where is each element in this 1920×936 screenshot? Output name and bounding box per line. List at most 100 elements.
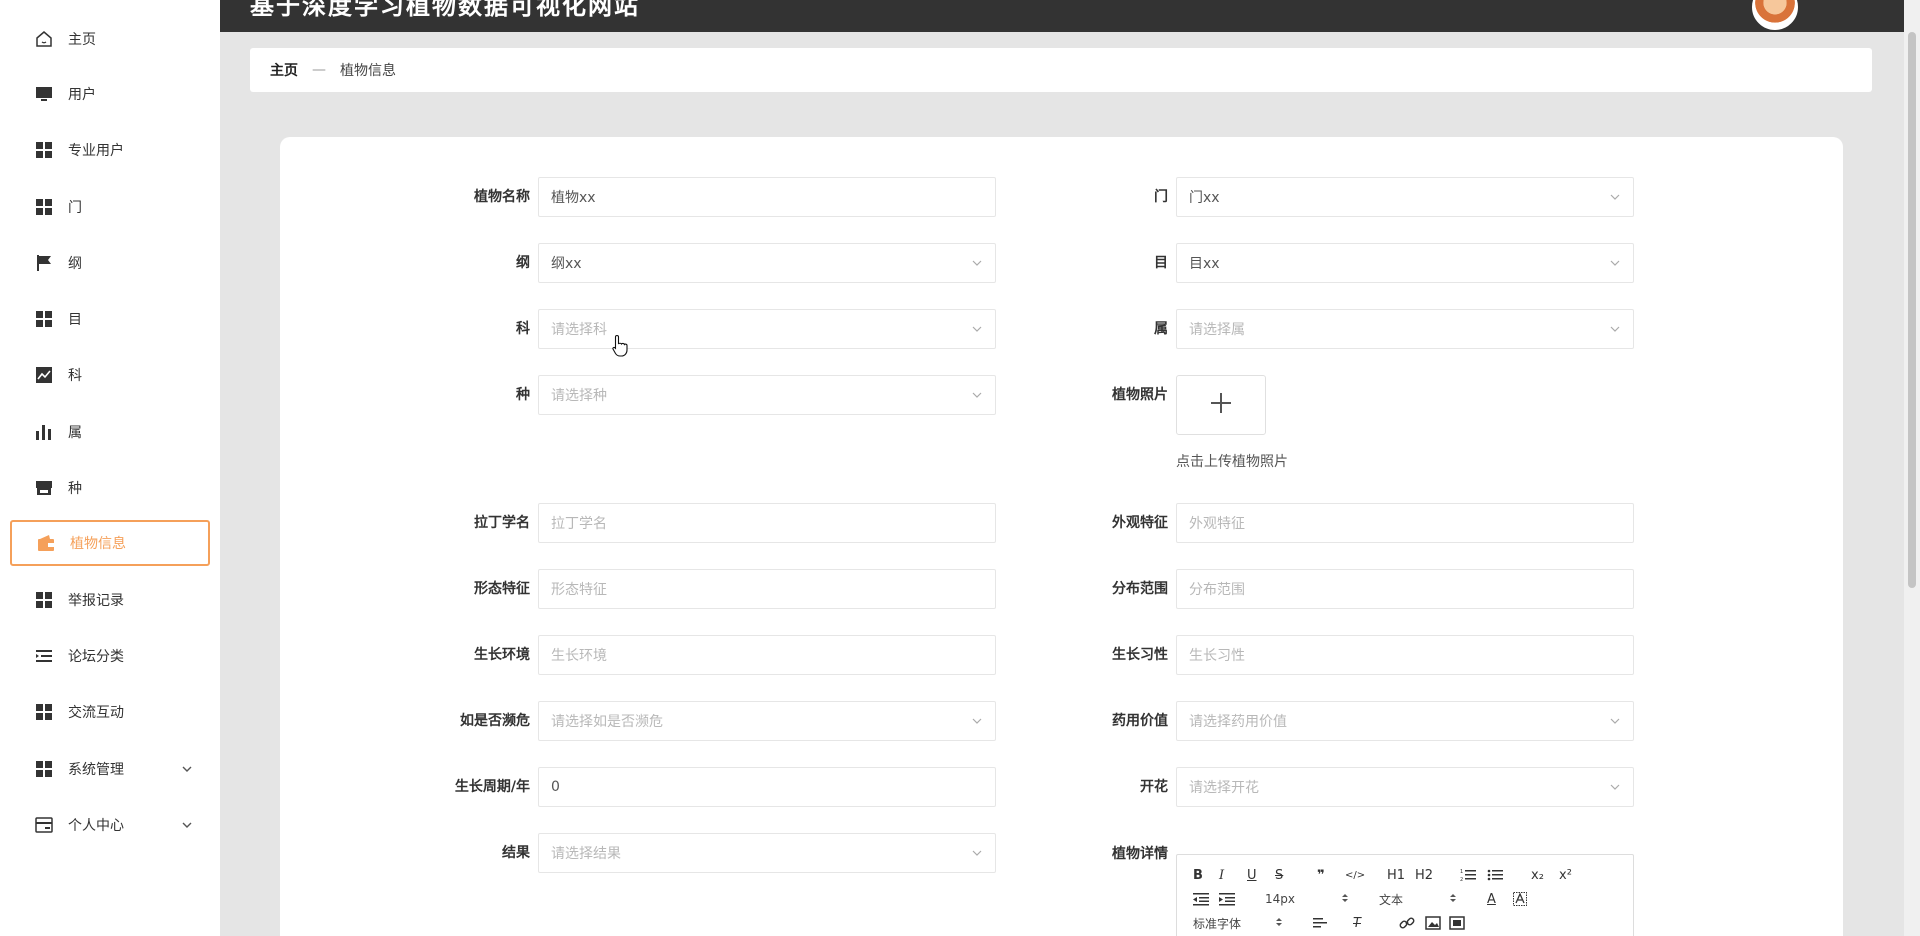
sidebar-item-forum-category[interactable]: 论坛分类 — [10, 633, 210, 679]
sidebar-item-label: 种 — [68, 481, 82, 497]
home-icon — [34, 29, 54, 49]
blockquote-button[interactable]: ❞ — [1317, 865, 1325, 885]
sidebar-item-class[interactable]: 纲 — [10, 240, 210, 286]
code-button[interactable]: </> — [1345, 865, 1365, 885]
outdent-icon[interactable] — [1193, 889, 1209, 909]
ordered-list-icon[interactable]: 12 — [1460, 865, 1476, 885]
grid-icon — [34, 140, 54, 160]
sidebar-item-label: 纲 — [68, 256, 82, 272]
class-select[interactable]: 纲xx — [538, 243, 996, 283]
environment-label: 生长环境 — [474, 647, 530, 663]
flag-icon — [34, 253, 54, 273]
sidebar-item-users[interactable]: 用户 — [10, 71, 210, 117]
svg-text:1: 1 — [1460, 869, 1463, 875]
sidebar-item-order[interactable]: 目 — [10, 296, 210, 342]
phylum-value: 门xx — [1189, 190, 1220, 206]
phylum-select[interactable]: 门xx — [1176, 177, 1634, 217]
background-color-icon[interactable] — [1513, 889, 1527, 909]
italic-button[interactable]: I — [1219, 865, 1224, 885]
indent-icon[interactable] — [1219, 889, 1235, 909]
sidebar-item-reports[interactable]: 举报记录 — [10, 577, 210, 623]
details-label: 植物详情 — [1112, 846, 1168, 862]
chevron-down-icon — [1609, 323, 1621, 335]
plant-name-value: 植物xx — [551, 190, 596, 206]
id-card-icon — [34, 815, 54, 835]
bullet-list-icon[interactable] — [1487, 865, 1503, 885]
environment-placeholder: 生长环境 — [551, 648, 607, 664]
chevron-down-icon — [1609, 191, 1621, 203]
list-indent-icon — [34, 646, 54, 666]
sidebar-item-family[interactable]: 科 — [10, 352, 210, 398]
plant-details-editor[interactable]: B I U S ❞ </> H1 H2 12 x₂ x² 14px 文本 A 标… — [1176, 854, 1634, 936]
avatar[interactable] — [1752, 0, 1798, 30]
strike-button[interactable]: S — [1275, 865, 1283, 885]
latin-name-input[interactable]: 拉丁学名 — [538, 503, 996, 543]
sidebar-item-label: 主页 — [68, 32, 96, 48]
block-type-select[interactable]: 文本 — [1379, 889, 1457, 909]
endangered-placeholder: 请选择如是否濒危 — [551, 714, 663, 730]
sidebar-item-phylum[interactable]: 门 — [10, 184, 210, 230]
genus-select[interactable]: 请选择属 — [1176, 309, 1634, 349]
align-icon[interactable] — [1313, 913, 1329, 933]
habit-input[interactable]: 生长习性 — [1176, 635, 1634, 675]
page-scrollbar[interactable] — [1904, 0, 1920, 936]
grid-icon — [34, 702, 54, 722]
appearance-input[interactable]: 外观特征 — [1176, 503, 1634, 543]
bold-button[interactable]: B — [1193, 865, 1203, 885]
flowering-select[interactable]: 请选择开花 — [1176, 767, 1634, 807]
medicinal-select[interactable]: 请选择药用价值 — [1176, 701, 1634, 741]
chevron-down-icon — [180, 818, 194, 832]
subscript-button[interactable]: x₂ — [1531, 865, 1544, 885]
h2-button[interactable]: H2 — [1415, 865, 1433, 885]
sidebar-item-interaction[interactable]: 交流互动 — [10, 689, 210, 735]
link-icon[interactable] — [1399, 913, 1415, 933]
medicinal-placeholder: 请选择药用价值 — [1189, 714, 1287, 730]
sidebar-item-home[interactable]: 主页 — [10, 16, 210, 62]
scrollbar-thumb[interactable] — [1908, 32, 1916, 588]
font-family-select[interactable]: 标准字体 — [1193, 913, 1283, 933]
sidebar-item-system[interactable]: 系统管理 — [10, 746, 210, 792]
species-select[interactable]: 请选择种 — [538, 375, 996, 415]
fruiting-select[interactable]: 请选择结果 — [538, 833, 996, 873]
sidebar-item-pro-users[interactable]: 专业用户 — [10, 127, 210, 173]
species-label: 种 — [516, 387, 530, 403]
sidebar-item-label: 植物信息 — [70, 536, 126, 552]
video-icon[interactable] — [1449, 913, 1465, 933]
morphology-label: 形态特征 — [474, 581, 530, 597]
family-select[interactable]: 请选择科 — [538, 309, 996, 349]
species-placeholder: 请选择种 — [551, 388, 607, 404]
sidebar-item-label: 目 — [68, 312, 82, 328]
sidebar-item-personal[interactable]: 个人中心 — [10, 802, 210, 848]
endangered-select[interactable]: 请选择如是否濒危 — [538, 701, 996, 741]
growth-cycle-input[interactable]: 0 — [538, 767, 996, 807]
sidebar-item-genus[interactable]: 属 — [10, 409, 210, 455]
fruiting-placeholder: 请选择结果 — [551, 846, 621, 862]
image-icon[interactable] — [1425, 913, 1441, 933]
updown-icon — [1275, 916, 1283, 931]
chevron-down-icon — [180, 762, 194, 776]
photo-upload-hint: 点击上传植物照片 — [1176, 454, 1288, 470]
breadcrumb-home[interactable]: 主页 — [270, 60, 298, 80]
sidebar-item-label: 科 — [68, 368, 82, 384]
sidebar-item-plant-info[interactable]: 植物信息 — [10, 520, 210, 566]
habit-label: 生长习性 — [1112, 647, 1168, 663]
distribution-placeholder: 分布范围 — [1189, 582, 1245, 598]
underline-button[interactable]: U — [1247, 865, 1257, 885]
font-family-value: 标准字体 — [1193, 916, 1242, 931]
distribution-input[interactable]: 分布范围 — [1176, 569, 1634, 609]
grid-icon — [34, 309, 54, 329]
h1-button[interactable]: H1 — [1387, 865, 1405, 885]
chevron-down-icon — [1609, 781, 1621, 793]
endangered-label: 如是否濒危 — [460, 713, 530, 729]
superscript-button[interactable]: x² — [1559, 865, 1572, 885]
plant-name-input[interactable]: 植物xx — [538, 177, 996, 217]
environment-input[interactable]: 生长环境 — [538, 635, 996, 675]
font-color-button[interactable]: A — [1487, 889, 1496, 909]
sidebar-item-label: 举报记录 — [68, 593, 124, 609]
clear-format-button[interactable]: T — [1353, 913, 1361, 933]
sidebar-item-species[interactable]: 种 — [10, 465, 210, 511]
photo-upload-button[interactable] — [1176, 375, 1266, 435]
morphology-input[interactable]: 形态特征 — [538, 569, 996, 609]
font-size-select[interactable]: 14px — [1265, 889, 1349, 909]
order-select[interactable]: 目xx — [1176, 243, 1634, 283]
